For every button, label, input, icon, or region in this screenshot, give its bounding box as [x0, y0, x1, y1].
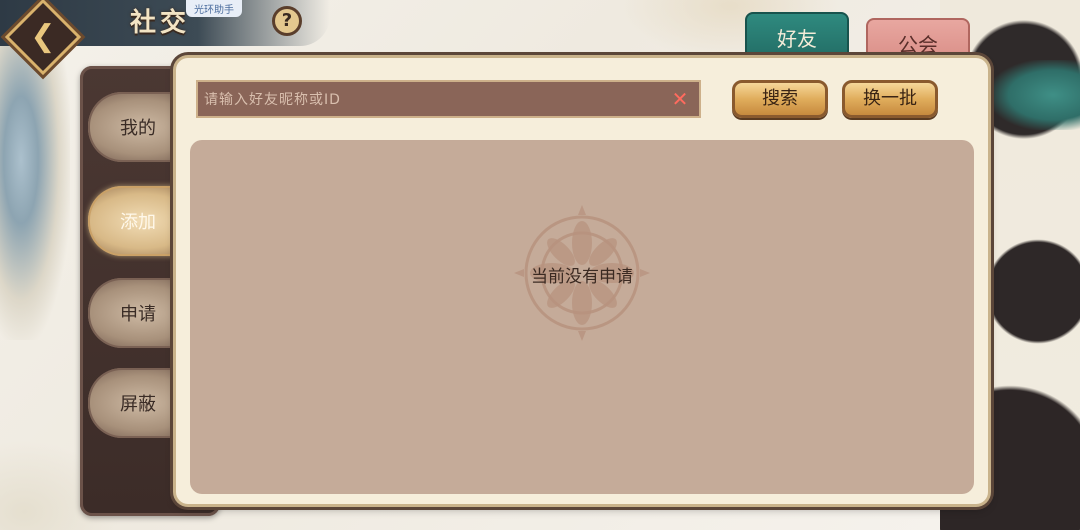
- tab-friends-label: 好友: [777, 27, 817, 51]
- right-teal-ornament: [990, 60, 1080, 130]
- main-panel: ✕ 搜索 换一批: [176, 58, 988, 504]
- close-icon[interactable]: ✕: [669, 88, 691, 110]
- assistant-badge[interactable]: 光环助手: [186, 0, 242, 17]
- empty-state-message: 当前没有申请: [531, 267, 633, 287]
- sidebar-item-label: 我的: [120, 118, 156, 139]
- page-title: 社交: [130, 8, 191, 38]
- refresh-batch-button[interactable]: 换一批: [842, 80, 938, 118]
- tab-guild-label: 公会: [898, 33, 938, 57]
- search-box: ✕: [196, 80, 701, 118]
- question-mark-icon: ?: [281, 10, 293, 31]
- left-background-art: [0, 40, 70, 340]
- search-input[interactable]: [202, 82, 666, 118]
- sidebar-item-label: 添加: [120, 212, 156, 233]
- search-button[interactable]: 搜索: [732, 80, 828, 118]
- sidebar-item-label: 申请: [120, 304, 156, 325]
- back-arrow-icon: ❮: [30, 19, 56, 54]
- tab-friends[interactable]: 好友: [745, 12, 849, 60]
- sidebar-item-label: 屏蔽: [120, 394, 156, 415]
- help-button[interactable]: ?: [272, 6, 302, 36]
- content-area: 当前没有申请: [190, 140, 974, 494]
